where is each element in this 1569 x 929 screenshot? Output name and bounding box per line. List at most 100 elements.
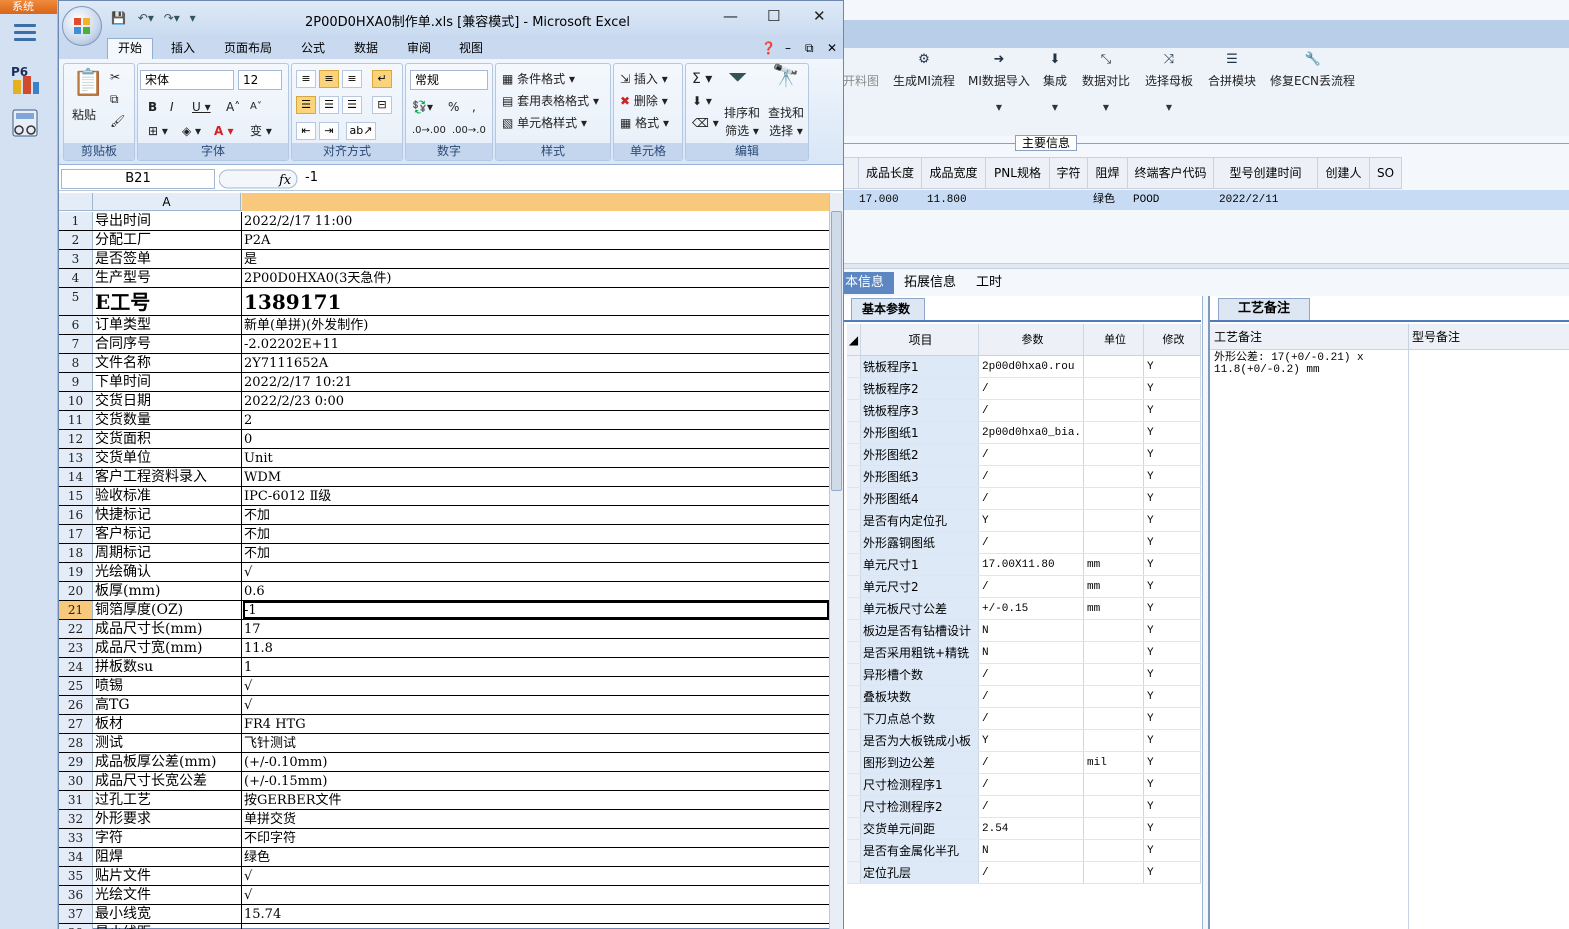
row-number[interactable]: 12: [59, 430, 93, 448]
param-item[interactable]: 外形图纸1: [861, 422, 979, 443]
cell-a[interactable]: 光绘确认: [94, 563, 242, 581]
tab-basic-params[interactable]: 基本参数: [851, 298, 925, 320]
cell-a[interactable]: 分配工厂: [94, 231, 242, 249]
param-modify[interactable]: Y: [1144, 752, 1201, 773]
row-number[interactable]: 25: [59, 677, 93, 695]
row-number[interactable]: 1: [59, 212, 93, 230]
cell-b[interactable]: 17: [243, 620, 829, 638]
cell-b[interactable]: √: [243, 696, 829, 714]
bold-icon[interactable]: B: [148, 98, 157, 116]
integrate-button[interactable]: ⬇ 集成 ▼: [1043, 52, 1067, 112]
param-row[interactable]: 是否为大板铣成小板 Y Y: [847, 730, 1201, 752]
cut-icon[interactable]: ✂: [110, 68, 120, 86]
row-number[interactable]: 38: [59, 924, 93, 929]
table-format-button[interactable]: ▤ 套用表格格式 ▾: [502, 92, 599, 110]
cell-b[interactable]: 2Y7111652A: [243, 354, 829, 372]
param-value[interactable]: /: [979, 576, 1084, 597]
param-row[interactable]: 图形到边公差 / mil Y: [847, 752, 1201, 774]
param-unit[interactable]: mm: [1084, 554, 1144, 575]
mi-import-button[interactable]: ➜ MI数据导入 ▼: [968, 52, 1030, 112]
cell-b[interactable]: -2.02202E+11: [243, 335, 829, 353]
align-bottom-icon[interactable]: ≡: [342, 70, 362, 88]
param-item[interactable]: 外形露铜图纸: [861, 532, 979, 553]
border-icon[interactable]: ⊞ ▾: [148, 122, 168, 140]
table-row[interactable]: 25 喷锡 √: [59, 677, 829, 696]
cell-b[interactable]: 不加: [243, 506, 829, 524]
font-name-select[interactable]: 宋体: [140, 70, 234, 90]
cell-a[interactable]: 拼板数su: [94, 658, 242, 676]
param-row[interactable]: 单元尺寸2/mm Y: [847, 576, 1201, 598]
param-value[interactable]: 2.54: [979, 818, 1084, 839]
cell-a[interactable]: 快捷标记: [94, 506, 242, 524]
tab-work-hours[interactable]: 工时: [966, 272, 1012, 294]
col-pnl-spec[interactable]: PNL规格: [986, 158, 1050, 188]
office-button[interactable]: [62, 6, 102, 46]
cell-a[interactable]: 喷锡: [94, 677, 242, 695]
increase-decimal-icon[interactable]: .0→.00: [412, 122, 446, 140]
param-value[interactable]: 17.00X11.80: [979, 554, 1084, 575]
cell-b[interactable]: FR4 HTG: [243, 715, 829, 733]
table-row[interactable]: 14 客户工程资料录入 WDM: [59, 468, 829, 487]
row-number[interactable]: 2: [59, 231, 93, 249]
param-item[interactable]: 铣板程序2: [861, 378, 979, 399]
merge-center-icon[interactable]: ⊟: [372, 96, 392, 114]
cell-b[interactable]: WDM: [243, 468, 829, 486]
param-value[interactable]: /: [979, 862, 1084, 883]
param-row[interactable]: 单元板尺寸公差 +/-0.15 mm Y: [847, 598, 1201, 620]
param-unit[interactable]: [1084, 730, 1144, 751]
table-row[interactable]: 29 成品板厚公差(mm) (+/-0.10mm): [59, 753, 829, 772]
format-cells-button[interactable]: ▦ 格式 ▾: [620, 114, 669, 132]
param-row[interactable]: 外形图纸4/ Y: [847, 488, 1201, 510]
col-end-customer-code[interactable]: 终端客户代码: [1128, 158, 1214, 188]
row-number[interactable]: 9: [59, 373, 93, 391]
cell-b[interactable]: √: [243, 563, 829, 581]
cell-b[interactable]: 2P00D0HXA0(3天急件): [243, 269, 829, 287]
p6-app-icon[interactable]: P6: [9, 64, 43, 98]
param-value[interactable]: 2p00d0hxa0_bia...: [979, 422, 1084, 443]
param-item[interactable]: 铣板程序1: [861, 356, 979, 377]
cell-b[interactable]: 按GERBER文件: [243, 791, 829, 809]
align-top-icon[interactable]: ≡: [296, 70, 316, 88]
param-modify[interactable]: Y: [1144, 488, 1201, 509]
param-row[interactable]: 板边是否有钻槽设计 N Y: [847, 620, 1201, 642]
param-modify[interactable]: Y: [1144, 818, 1201, 839]
cell-a[interactable]: 成品尺寸宽(mm): [94, 639, 242, 657]
table-row[interactable]: 32 外形要求 单拼交货: [59, 810, 829, 829]
cell-a[interactable]: 交货数量: [94, 411, 242, 429]
param-item[interactable]: 外形图纸2: [861, 444, 979, 465]
cell-style-button[interactable]: ▧ 单元格样式 ▾: [502, 114, 587, 132]
system-tab[interactable]: 系统: [0, 0, 57, 14]
param-unit[interactable]: [1084, 488, 1144, 509]
table-row[interactable]: 1 导出时间 2022/2/17 11:00: [59, 212, 829, 231]
cell-b[interactable]: 1: [243, 658, 829, 676]
cell-b[interactable]: 2022/2/17 11:00: [243, 212, 829, 230]
row-number[interactable]: 36: [59, 886, 93, 904]
param-value[interactable]: /: [979, 752, 1084, 773]
param-row[interactable]: 铣板程序2/ Y: [847, 378, 1201, 400]
param-value[interactable]: /: [979, 444, 1084, 465]
param-row[interactable]: 下刀点总个数 / Y: [847, 708, 1201, 730]
phonetic-icon[interactable]: 变 ▾: [250, 122, 272, 140]
shrink-font-icon[interactable]: A˅: [250, 98, 262, 116]
param-modify[interactable]: Y: [1144, 620, 1201, 641]
param-unit[interactable]: [1084, 664, 1144, 685]
param-row[interactable]: 叠板块数 / Y: [847, 686, 1201, 708]
param-modify[interactable]: Y: [1144, 576, 1201, 597]
cell-a[interactable]: E工号: [94, 288, 242, 315]
grow-font-icon[interactable]: A˄: [226, 98, 240, 116]
decrease-decimal-icon[interactable]: .00→.0: [452, 122, 486, 140]
panel-splitter[interactable]: [843, 263, 1569, 269]
table-row[interactable]: 38最小线距: [59, 924, 829, 929]
param-row[interactable]: 外形图纸1 2p00d0hxa0_bia... Y: [847, 422, 1201, 444]
table-row[interactable]: 30 成品尺寸长宽公差 (+/-0.15mm): [59, 772, 829, 791]
params-header-modify[interactable]: 修改: [1144, 324, 1201, 355]
param-unit[interactable]: [1084, 686, 1144, 707]
paste-button[interactable]: 粘贴: [72, 106, 96, 124]
row-number[interactable]: 5: [59, 288, 93, 315]
cell-b[interactable]: 绿色: [243, 848, 829, 866]
cell-a[interactable]: 导出时间: [94, 212, 242, 230]
font-color-icon[interactable]: A ▾: [214, 122, 234, 140]
cell-b[interactable]: 15.74: [243, 905, 829, 923]
cell-a[interactable]: 文件名称: [94, 354, 242, 372]
cell-a[interactable]: 周期标记: [94, 544, 242, 562]
